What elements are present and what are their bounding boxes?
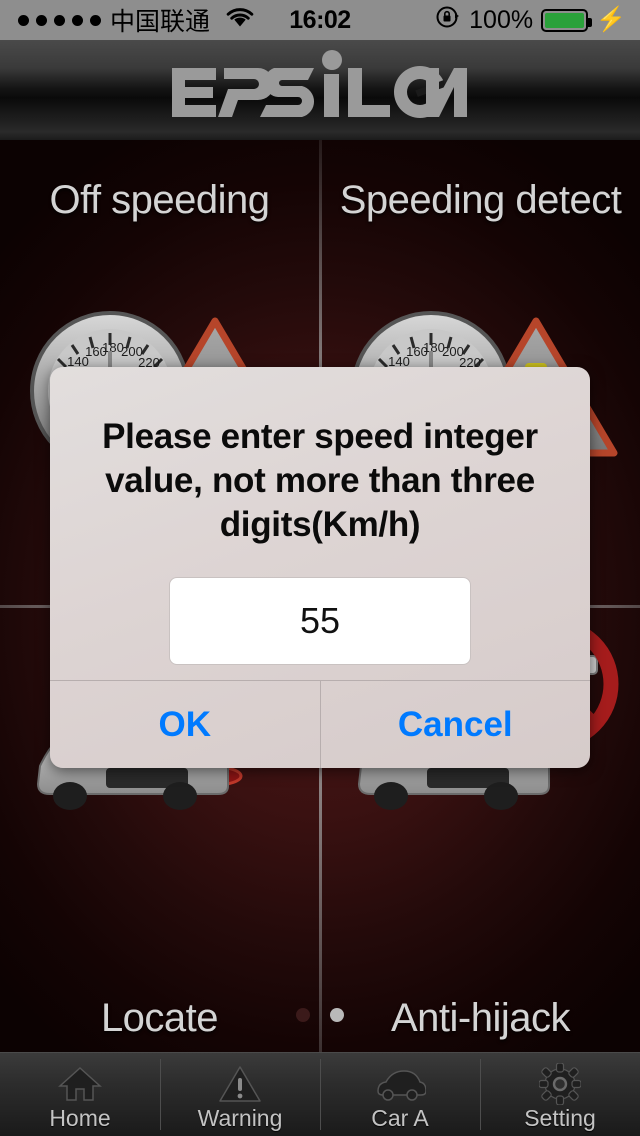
- speed-input[interactable]: [169, 577, 471, 665]
- dialog-actions: OK Cancel: [50, 680, 590, 768]
- dialog-body: Please enter speed integer value, not mo…: [50, 367, 590, 680]
- dialog-title: Please enter speed integer value, not mo…: [102, 417, 538, 544]
- app-screen: 中国联通 16:02 100% ⚡ Off speeding 140 160 1…: [0, 0, 640, 1136]
- speed-input-dialog: Please enter speed integer value, not mo…: [50, 367, 590, 768]
- cancel-button[interactable]: Cancel: [319, 681, 591, 768]
- ok-button[interactable]: OK: [50, 681, 320, 768]
- modal-overlay: Please enter speed integer value, not mo…: [0, 0, 640, 1136]
